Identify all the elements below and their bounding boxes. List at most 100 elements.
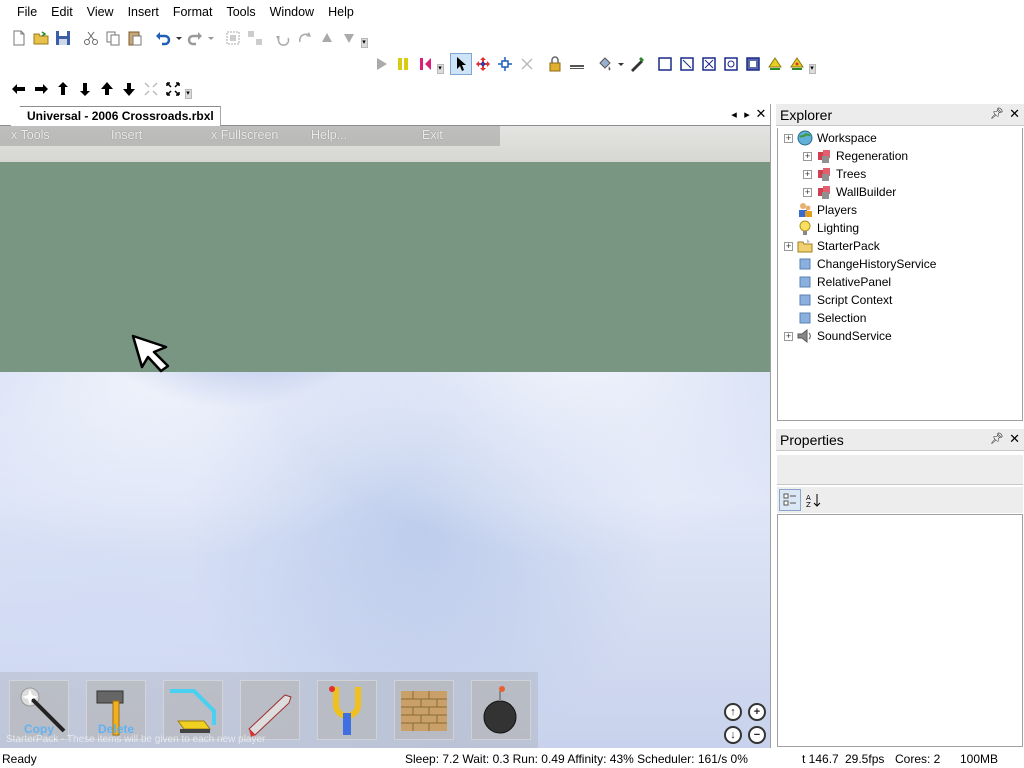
panel-splitter[interactable] (770, 104, 776, 748)
pan-left-icon[interactable] (8, 78, 30, 100)
gui-exit-button[interactable]: Exit (422, 128, 443, 142)
tilt-icon[interactable] (294, 27, 316, 49)
gui-fullscreen-button[interactable]: x Fullscreen (211, 128, 278, 142)
zoom-in-icon[interactable] (96, 78, 118, 100)
surface-motor-icon[interactable] (786, 53, 808, 75)
gui-tools-button[interactable]: x Tools (11, 128, 50, 142)
menu-tools[interactable]: Tools (219, 1, 262, 23)
camera-zoom-out-icon[interactable]: − (748, 726, 766, 744)
sort-alphabetical-icon[interactable]: AZ (802, 489, 824, 511)
tree-item-changehistoryservice[interactable]: ChangeHistoryService (784, 255, 936, 273)
gui-help-button[interactable]: Help... (311, 128, 347, 142)
tree-item-lighting[interactable]: Lighting (784, 219, 859, 237)
explorer-tree[interactable]: + Workspace + Regeneration + Trees + Wal… (777, 128, 1023, 421)
rotate-left-icon[interactable] (272, 27, 294, 49)
resize-tool-icon[interactable] (494, 53, 516, 75)
zoom-extents-icon[interactable] (140, 78, 162, 100)
camera-zoom-in-icon[interactable]: + (748, 703, 766, 721)
camera-down-icon[interactable]: ↓ (724, 726, 742, 744)
tree-item-trees[interactable]: + Trees (803, 165, 866, 183)
rotate-tool-icon[interactable] (516, 53, 538, 75)
toolbar-overflow-icon[interactable]: ▾ (184, 79, 192, 99)
menu-window[interactable]: Window (263, 1, 321, 23)
pause-icon[interactable] (392, 53, 414, 75)
move-up-icon[interactable] (316, 27, 338, 49)
cut-icon[interactable] (80, 27, 102, 49)
tree-item-players[interactable]: Players (784, 201, 857, 219)
paint-bucket-icon[interactable] (594, 53, 616, 75)
surface-hinge-icon[interactable] (764, 53, 786, 75)
tool-slot-wall[interactable] (394, 680, 454, 740)
paste-icon[interactable] (124, 27, 146, 49)
pin-icon[interactable]: 📌︎ (990, 107, 1004, 120)
tool-slot-copy[interactable]: Copy (9, 680, 69, 740)
ungroup-icon[interactable] (244, 27, 266, 49)
tool-slot-resize[interactable] (163, 680, 223, 740)
zoom-out-icon[interactable] (118, 78, 140, 100)
menu-view[interactable]: View (80, 1, 121, 23)
tool-slot-slingshot[interactable] (317, 680, 377, 740)
tree-item-scriptcontext[interactable]: Script Context (784, 291, 892, 309)
categorized-icon[interactable] (779, 489, 801, 511)
play-icon[interactable] (370, 53, 392, 75)
surface-studs-icon[interactable] (720, 53, 742, 75)
tilt-down-icon[interactable] (74, 78, 96, 100)
surface-inlet-icon[interactable] (742, 53, 764, 75)
anchor-icon[interactable] (566, 53, 588, 75)
tree-item-wallbuilder[interactable]: + WallBuilder (803, 183, 896, 201)
move-down-icon[interactable] (338, 27, 360, 49)
open-folder-icon[interactable] (30, 27, 52, 49)
tab-scroll-left-icon[interactable]: ◂ (728, 108, 740, 121)
surface-smooth-icon[interactable] (654, 53, 676, 75)
undo-icon[interactable] (152, 27, 174, 49)
tree-item-relativepanel[interactable]: RelativePanel (784, 273, 891, 291)
reset-icon[interactable] (414, 53, 436, 75)
paint-dropdown-icon[interactable] (616, 53, 626, 75)
menu-format[interactable]: Format (166, 1, 220, 23)
expand-icon[interactable]: + (784, 331, 793, 341)
tree-item-regeneration[interactable]: + Regeneration (803, 147, 908, 165)
gui-insert-button[interactable]: Insert (111, 128, 142, 142)
expand-icon[interactable]: + (803, 169, 812, 179)
move-tool-icon[interactable] (472, 53, 494, 75)
menu-insert[interactable]: Insert (121, 1, 166, 23)
pin-icon[interactable]: 📌︎ (990, 432, 1004, 445)
toolbar-overflow-icon[interactable]: ▾ (360, 28, 368, 48)
tree-item-selection[interactable]: Selection (784, 309, 866, 327)
fit-selection-icon[interactable] (162, 78, 184, 100)
expand-icon[interactable]: + (803, 187, 812, 197)
tree-item-starterpack[interactable]: + StarterPack (784, 237, 880, 255)
tool-slot-delete[interactable]: Delete (86, 680, 146, 740)
select-tool-icon[interactable] (450, 53, 472, 75)
tree-item-soundservice[interactable]: + SoundService (784, 327, 892, 345)
close-document-icon[interactable]: ✕ (755, 106, 767, 122)
menu-file[interactable]: File (10, 1, 44, 23)
tool-slot-rocket[interactable] (240, 680, 300, 740)
group-icon[interactable] (222, 27, 244, 49)
tab-document[interactable]: Universal - 2006 Crossroads.rbxl (10, 106, 221, 127)
redo-dropdown-icon[interactable] (206, 27, 216, 49)
menu-help[interactable]: Help (321, 1, 361, 23)
expand-icon[interactable]: + (803, 151, 812, 161)
new-file-icon[interactable] (8, 27, 30, 49)
tilt-up-icon[interactable] (52, 78, 74, 100)
toolbar-overflow-icon[interactable]: ▾ (436, 54, 444, 74)
copy-icon[interactable] (102, 27, 124, 49)
tab-scroll-right-icon[interactable]: ▸ (741, 108, 753, 121)
baseplate[interactable] (0, 162, 770, 372)
toolbar-overflow-icon[interactable]: ▾ (808, 54, 816, 74)
pan-right-icon[interactable] (30, 78, 52, 100)
redo-icon[interactable] (184, 27, 206, 49)
menu-edit[interactable]: Edit (44, 1, 80, 23)
undo-dropdown-icon[interactable] (174, 27, 184, 49)
close-icon[interactable]: ✕ (1009, 106, 1020, 122)
surface-glue-icon[interactable] (676, 53, 698, 75)
tool-slot-bomb[interactable] (471, 680, 531, 740)
tree-item-workspace[interactable]: + Workspace (784, 129, 877, 147)
close-icon[interactable]: ✕ (1009, 431, 1020, 447)
material-icon[interactable] (626, 53, 648, 75)
expand-icon[interactable]: + (784, 133, 793, 143)
surface-weld-icon[interactable] (698, 53, 720, 75)
expand-icon[interactable]: + (784, 241, 793, 251)
lock-icon[interactable] (544, 53, 566, 75)
